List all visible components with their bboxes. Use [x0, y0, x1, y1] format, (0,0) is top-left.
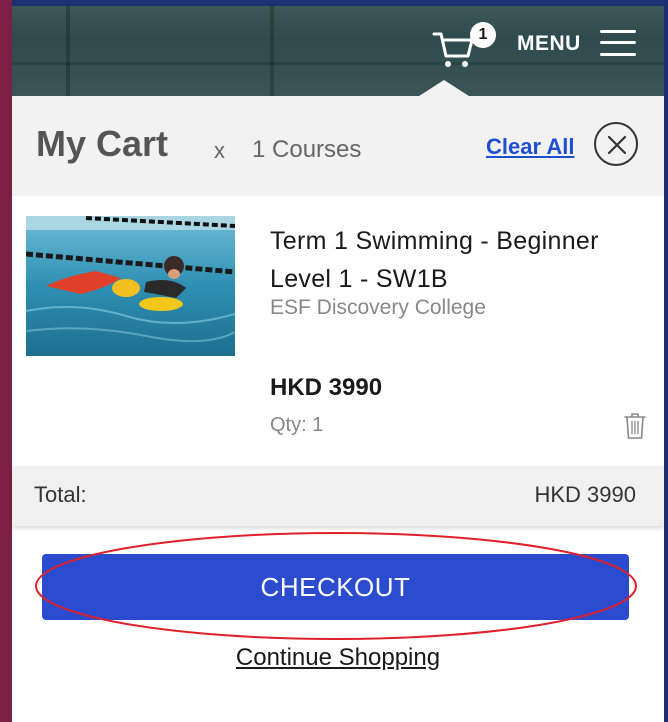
course-price: HKD 3990: [270, 374, 383, 401]
header-background-detail: [66, 6, 70, 96]
close-cart-button[interactable]: [594, 122, 638, 166]
menu-label[interactable]: MENU: [517, 32, 581, 56]
cart-button[interactable]: 1: [432, 22, 496, 72]
course-title[interactable]: Term 1 Swimming - Beginner Level 1 - SW1…: [270, 222, 650, 298]
checkout-button[interactable]: CHECKOUT: [42, 554, 629, 620]
clear-all-link[interactable]: Clear All: [486, 134, 574, 160]
header-background-detail: [270, 6, 274, 96]
cart-course-count: 1 Courses: [252, 136, 362, 163]
trash-icon: [624, 413, 646, 439]
header-top-bar: [12, 0, 664, 6]
total-bar: Total: HKD 3990: [12, 466, 664, 526]
left-edge-strip: [0, 0, 12, 722]
cart-title: My Cart: [36, 123, 169, 164]
total-label: Total:: [34, 482, 87, 507]
remove-item-button[interactable]: [624, 412, 646, 440]
swimmer-photo: [26, 216, 235, 356]
cart-panel: My Cart x 1 Courses Clear All Term 1 Swi…: [12, 96, 664, 722]
cart-header: My Cart x 1 Courses Clear All: [12, 96, 664, 196]
header-background-detail: [12, 62, 664, 65]
hamburger-menu-icon[interactable]: [600, 28, 636, 58]
right-edge-strip: [664, 0, 668, 722]
site-header: 1 MENU: [12, 0, 664, 96]
cart-multiplier: x: [214, 138, 225, 163]
total-value: HKD 3990: [534, 482, 636, 507]
dropdown-caret: [416, 80, 472, 98]
course-thumbnail[interactable]: [26, 216, 235, 356]
course-school: ESF Discovery College: [270, 296, 486, 319]
course-quantity: Qty: 1: [270, 414, 324, 436]
close-icon: [607, 135, 627, 155]
cart-count-badge: 1: [470, 22, 496, 48]
continue-shopping-link[interactable]: Continue Shopping: [12, 644, 664, 672]
